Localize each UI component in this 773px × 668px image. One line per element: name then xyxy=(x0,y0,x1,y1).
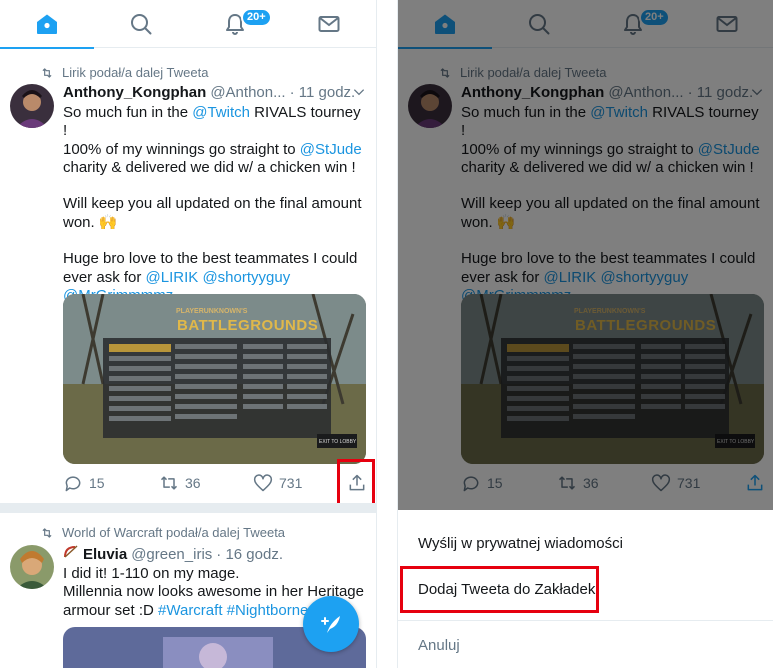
tab-home[interactable] xyxy=(0,0,94,49)
retweet-icon xyxy=(160,476,178,490)
tweet-text: So much fun in the @Twitch RIVALS tourne… xyxy=(63,104,368,305)
mention-link[interactable]: @StJude xyxy=(300,141,362,158)
send-direct-message-option[interactable]: Wyślij w prywatnej wiadomości xyxy=(418,535,623,552)
tweet-line: I did it! 1-110 on my mage. xyxy=(63,565,240,582)
retweet-context: Lirik podał/a dalej Tweeta xyxy=(40,65,208,80)
share-sheet: Wyślij w prywatnej wiadomości Dodaj Twee… xyxy=(398,510,773,668)
bow-arrow-icon xyxy=(64,545,78,558)
notification-badge: 20+ xyxy=(241,8,272,27)
left-screen: 20+ Lirik podał/a dalej Tweeta Anthony_K… xyxy=(0,0,377,668)
reply-count: 15 xyxy=(89,475,105,491)
tab-messages[interactable] xyxy=(282,0,376,48)
retweet-context-label: Lirik podał/a dalej Tweeta xyxy=(62,65,209,80)
mention-link[interactable]: @shortyyguy xyxy=(202,269,290,286)
tweet-time[interactable]: · 16 godz. xyxy=(216,546,283,563)
top-nav: 20+ xyxy=(0,0,376,49)
author-handle[interactable]: @green_iris xyxy=(131,546,212,563)
sheet-divider xyxy=(398,620,773,621)
chevron-down-icon[interactable] xyxy=(352,85,366,99)
like-count: 731 xyxy=(279,475,303,491)
tweet-separator xyxy=(0,503,376,513)
avatar[interactable] xyxy=(10,545,54,589)
tweet-line: So much fun in the @Twitch RIVALS tourne… xyxy=(63,104,361,140)
cancel-option[interactable]: Anuluj xyxy=(418,637,460,654)
tweet-card[interactable]: Lirik podał/a dalej Tweeta Anthony_Kongp… xyxy=(0,48,376,503)
tweet-header: Eluvia @green_iris · 16 godz. xyxy=(63,545,283,563)
media-caption: BATTLEGROUNDS xyxy=(177,317,319,334)
tweet-actions: 15 36 731 xyxy=(63,473,373,503)
mail-icon xyxy=(318,16,340,32)
compose-icon xyxy=(321,616,340,633)
retweet-context-label: World of Warcraft podał/a dalej Tweeta xyxy=(62,525,286,540)
hashtag-link[interactable]: #Warcraft xyxy=(158,602,222,619)
tweet-line: Will keep you all updated on the final a… xyxy=(63,195,362,213)
heart-icon xyxy=(253,474,273,492)
hashtag-link[interactable]: #Nightborne xyxy=(227,602,309,619)
search-icon xyxy=(131,14,152,35)
right-screen: 20+ Lirik podał/a dalej Tweeta Anthony_K… xyxy=(397,0,773,668)
reply-icon xyxy=(65,476,81,492)
modal-backdrop[interactable] xyxy=(398,0,773,510)
author-name[interactable]: Anthony_Kongphan xyxy=(63,84,206,101)
avatar[interactable] xyxy=(10,84,54,128)
tweet-line: charity & delivered we did w/ a chicken … xyxy=(63,158,356,176)
panel-gap xyxy=(377,0,397,668)
retweet-button[interactable]: 36 xyxy=(159,473,201,493)
retweet-context: World of Warcraft podał/a dalej Tweeta xyxy=(40,525,285,540)
tab-search[interactable] xyxy=(94,0,188,48)
media-button-label: EXIT TO LOBBY xyxy=(319,439,357,445)
tweet-line: won. 🙌 xyxy=(63,213,118,231)
like-button[interactable]: 731 xyxy=(253,473,302,493)
retweet-count: 36 xyxy=(185,475,201,491)
tweet-time[interactable]: · 11 godz. xyxy=(290,84,356,101)
compose-tweet-button[interactable] xyxy=(303,596,359,652)
retweet-icon xyxy=(42,67,52,78)
highlight-box xyxy=(400,566,599,613)
mention-link[interactable]: @LIRIK xyxy=(146,269,199,286)
tweet-line: ever ask for @LIRIK @shortyyguy xyxy=(63,268,291,286)
author-handle[interactable]: @Anthon... xyxy=(210,84,285,101)
highlight-box xyxy=(337,459,375,509)
author-name[interactable]: Eluvia xyxy=(83,546,127,563)
tweet-header: Anthony_Kongphan @Anthon... · 11 godz. xyxy=(63,84,355,101)
retweet-icon xyxy=(42,527,52,538)
tweet-line: Huge bro love to the best teammates I co… xyxy=(63,250,358,268)
reply-button[interactable]: 15 xyxy=(63,473,105,493)
mention-link[interactable]: @Twitch xyxy=(192,104,250,121)
media-caption-small: PLAYERUNKNOWN'S xyxy=(176,308,248,315)
tweet-line: 100% of my winnings go straight to @StJu… xyxy=(63,140,362,158)
tab-notifications[interactable]: 20+ xyxy=(188,0,282,48)
tweet-media-image[interactable]: PLAYERUNKNOWN'S BATTLEGROUNDS EXIT TO LO… xyxy=(63,294,366,464)
home-icon xyxy=(37,14,57,34)
